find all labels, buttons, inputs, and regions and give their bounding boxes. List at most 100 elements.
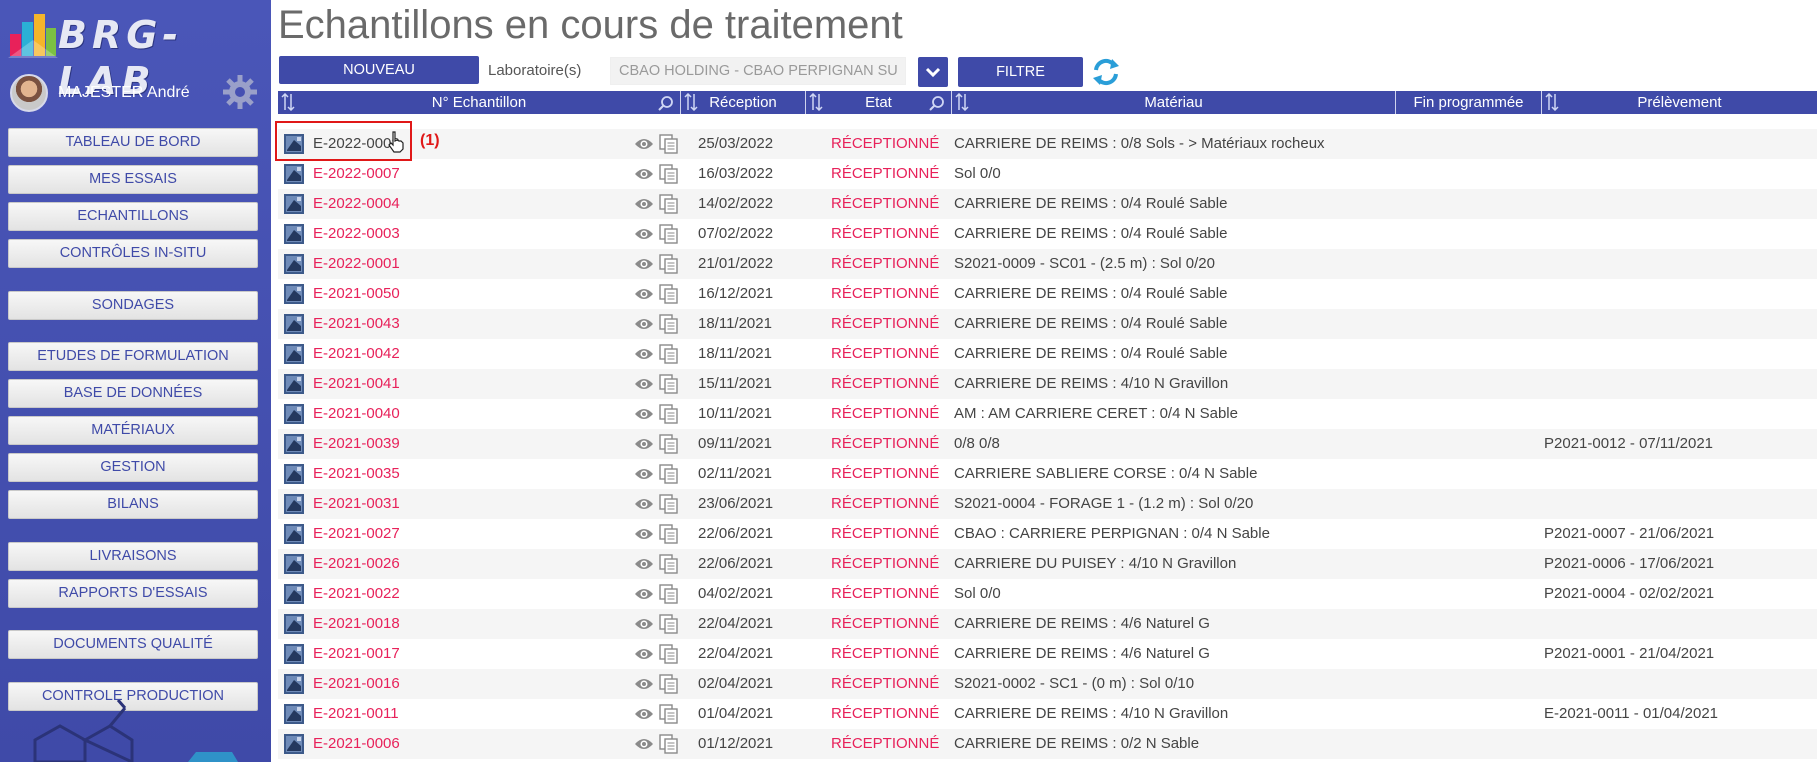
- sample-thumbnail-icon[interactable]: [284, 284, 304, 304]
- eye-icon[interactable]: [634, 226, 654, 242]
- copy-icon[interactable]: [659, 224, 679, 244]
- nav-tableau-de-bord[interactable]: TABLEAU DE BORD: [8, 128, 258, 157]
- copy-icon[interactable]: [659, 194, 679, 214]
- nav-rapports-essais[interactable]: RAPPORTS D'ESSAIS: [8, 579, 258, 608]
- table-row[interactable]: E-2021-0011 01/04/2021 RÉCEPTIONNÉ CARRI…: [278, 699, 1817, 729]
- sample-thumbnail-icon[interactable]: [284, 554, 304, 574]
- header-prelevement[interactable]: Prélèvement: [1542, 91, 1817, 114]
- eye-icon[interactable]: [634, 526, 654, 542]
- sort-icon[interactable]: [281, 93, 295, 111]
- eye-icon[interactable]: [634, 466, 654, 482]
- sample-id-link[interactable]: E-2021-0022: [313, 579, 400, 609]
- sample-thumbnail-icon[interactable]: [284, 614, 304, 634]
- sort-icon[interactable]: [955, 93, 969, 111]
- copy-icon[interactable]: [659, 494, 679, 514]
- app-logo[interactable]: BRG-LAB: [8, 10, 270, 103]
- copy-icon[interactable]: [659, 734, 679, 754]
- header-fin-programmee[interactable]: Fin programmée: [1396, 91, 1542, 114]
- table-row[interactable]: E-2021-0031 23/06/2021 RÉCEPTIONNÉ S2021…: [278, 489, 1817, 519]
- sample-thumbnail-icon[interactable]: [284, 314, 304, 334]
- eye-icon[interactable]: [634, 376, 654, 392]
- eye-icon[interactable]: [634, 346, 654, 362]
- sample-id-link[interactable]: E-2021-0031: [313, 489, 400, 519]
- nav-echantillons[interactable]: ECHANTILLONS: [8, 202, 258, 231]
- eye-icon[interactable]: [634, 616, 654, 632]
- eye-icon[interactable]: [634, 706, 654, 722]
- nav-sondages[interactable]: SONDAGES: [8, 291, 258, 320]
- header-reception[interactable]: Réception: [681, 91, 806, 114]
- nav-gestion[interactable]: GESTION: [8, 453, 258, 482]
- copy-icon[interactable]: [659, 674, 679, 694]
- nav-documents-qualite[interactable]: DOCUMENTS QUALITÉ: [8, 630, 258, 659]
- sample-id-link[interactable]: E-2021-0026: [313, 549, 400, 579]
- gear-icon[interactable]: [222, 74, 258, 110]
- sample-thumbnail-icon[interactable]: [284, 134, 304, 154]
- sample-thumbnail-icon[interactable]: [284, 584, 304, 604]
- header-echantillon[interactable]: N° Echantillon: [278, 91, 681, 114]
- sample-id-link[interactable]: E-2021-0041: [313, 369, 400, 399]
- sample-id-link[interactable]: E-2021-0050: [313, 279, 400, 309]
- sample-id-link[interactable]: E-2022-0003: [313, 219, 400, 249]
- header-etat[interactable]: Etat: [806, 91, 952, 114]
- sample-thumbnail-icon[interactable]: [284, 254, 304, 274]
- sample-id-link[interactable]: E-2021-0035: [313, 459, 400, 489]
- table-row[interactable]: E-2021-0027 22/06/2021 RÉCEPTIONNÉ CBAO …: [278, 519, 1817, 549]
- table-row[interactable]: E-2022-0007 16/03/2022 RÉCEPTIONNÉ Sol 0…: [278, 159, 1817, 189]
- sample-thumbnail-icon[interactable]: [284, 164, 304, 184]
- sample-id-link[interactable]: E-2021-0040: [313, 399, 400, 429]
- sample-thumbnail-icon[interactable]: [284, 524, 304, 544]
- copy-icon[interactable]: [659, 314, 679, 334]
- sort-icon[interactable]: [684, 93, 698, 111]
- copy-icon[interactable]: [659, 284, 679, 304]
- copy-icon[interactable]: [659, 164, 679, 184]
- sample-thumbnail-icon[interactable]: [284, 674, 304, 694]
- table-row[interactable]: E-2021-0040 10/11/2021 RÉCEPTIONNÉ AM : …: [278, 399, 1817, 429]
- copy-icon[interactable]: [659, 374, 679, 394]
- refresh-icon[interactable]: [1090, 56, 1122, 88]
- sample-id-link[interactable]: E-2021-0017: [313, 639, 400, 669]
- table-row[interactable]: E-2021-0022 04/02/2021 RÉCEPTIONNÉ Sol 0…: [278, 579, 1817, 609]
- table-row[interactable]: E-2021-0050 16/12/2021 RÉCEPTIONNÉ CARRI…: [278, 279, 1817, 309]
- sample-thumbnail-icon[interactable]: [284, 374, 304, 394]
- sample-id-link[interactable]: E-2021-0016: [313, 669, 400, 699]
- sample-id-link[interactable]: E-2021-0027: [313, 519, 400, 549]
- nav-livraisons[interactable]: LIVRAISONS: [8, 542, 258, 571]
- sample-id-link[interactable]: E-2021-0039: [313, 429, 400, 459]
- sample-id-link[interactable]: E-2021-0043: [313, 309, 400, 339]
- eye-icon[interactable]: [634, 556, 654, 572]
- nav-bilans[interactable]: BILANS: [8, 490, 258, 519]
- sample-id-link[interactable]: E-2021-0006: [313, 729, 400, 759]
- table-row[interactable]: E-2021-0026 22/06/2021 RÉCEPTIONNÉ CARRI…: [278, 549, 1817, 579]
- eye-icon[interactable]: [634, 406, 654, 422]
- sample-id-link[interactable]: E-2021-0018: [313, 609, 400, 639]
- table-row[interactable]: E-2022-0003 07/02/2022 RÉCEPTIONNÉ CARRI…: [278, 219, 1817, 249]
- copy-icon[interactable]: [659, 254, 679, 274]
- header-materiau[interactable]: Matériau: [952, 91, 1396, 114]
- nav-materiaux[interactable]: MATÉRIAUX: [8, 416, 258, 445]
- copy-icon[interactable]: [659, 464, 679, 484]
- eye-icon[interactable]: [634, 586, 654, 602]
- copy-icon[interactable]: [659, 434, 679, 454]
- sample-thumbnail-icon[interactable]: [284, 194, 304, 214]
- sample-thumbnail-icon[interactable]: [284, 434, 304, 454]
- sample-thumbnail-icon[interactable]: [284, 494, 304, 514]
- table-row[interactable]: E-2021-0018 22/04/2021 RÉCEPTIONNÉ CARRI…: [278, 609, 1817, 639]
- eye-icon[interactable]: [634, 286, 654, 302]
- eye-icon[interactable]: [634, 676, 654, 692]
- eye-icon[interactable]: [634, 166, 654, 182]
- copy-icon[interactable]: [659, 344, 679, 364]
- table-row[interactable]: E-2021-0039 09/11/2021 RÉCEPTIONNÉ 0/8 0…: [278, 429, 1817, 459]
- filtre-button[interactable]: FILTRE: [958, 57, 1083, 87]
- table-row[interactable]: E-2021-0017 22/04/2021 RÉCEPTIONNÉ CARRI…: [278, 639, 1817, 669]
- copy-icon[interactable]: [659, 704, 679, 724]
- copy-icon[interactable]: [659, 584, 679, 604]
- sample-thumbnail-icon[interactable]: [284, 734, 304, 754]
- sort-icon[interactable]: [809, 93, 823, 111]
- search-icon[interactable]: [929, 95, 945, 111]
- nav-etudes-de-formulation[interactable]: ETUDES DE FORMULATION: [8, 342, 258, 371]
- copy-icon[interactable]: [659, 644, 679, 664]
- table-row[interactable]: E-2021-0041 15/11/2021 RÉCEPTIONNÉ CARRI…: [278, 369, 1817, 399]
- sample-id-link[interactable]: E-2022-0004: [313, 189, 400, 219]
- nav-controles-in-situ[interactable]: CONTRÔLES IN-SITU: [8, 239, 258, 268]
- table-row[interactable]: E-2022-0001 21/01/2022 RÉCEPTIONNÉ S2021…: [278, 249, 1817, 279]
